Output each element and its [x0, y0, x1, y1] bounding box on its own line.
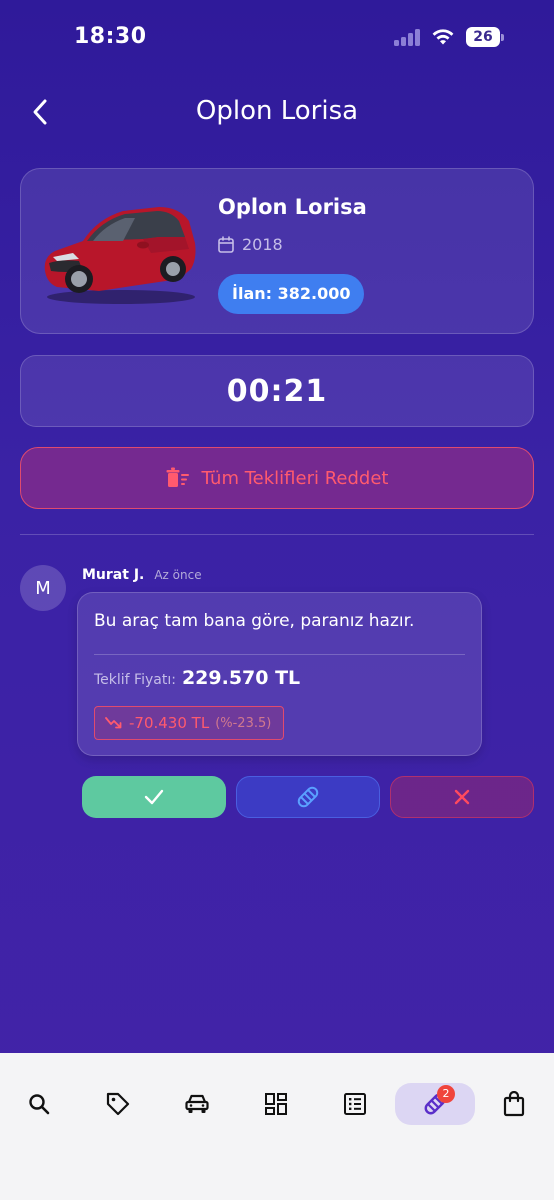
bottom-nav: 2	[0, 1053, 554, 1200]
avatar: M	[20, 565, 66, 611]
check-icon	[144, 789, 164, 805]
status-bar: 18:30 26	[0, 0, 554, 76]
car-year: 2018	[242, 235, 283, 254]
car-image	[39, 197, 201, 307]
signal-icon	[394, 28, 422, 46]
calendar-icon	[218, 236, 234, 253]
trend-down-icon	[105, 717, 122, 729]
handshake-icon	[297, 786, 319, 808]
price-difference-percent: (%-23.5)	[215, 715, 272, 731]
divider	[20, 534, 534, 535]
nav-search[interactable]	[9, 1083, 69, 1125]
notification-badge: 2	[437, 1085, 455, 1103]
list-icon	[344, 1093, 366, 1115]
search-icon	[29, 1094, 50, 1115]
offer-message: Bu araç tam bana göre, paranız hazır.	[94, 611, 415, 631]
price-difference-amount: -70.430 TL	[129, 714, 210, 732]
timer-value: 00:21	[226, 373, 328, 409]
offer-divider	[94, 654, 465, 655]
sender-row: Murat J. Az önce	[82, 567, 202, 583]
trash-list-icon	[166, 467, 189, 487]
car-card: Oplon Lorisa 2018 İlan: 382.000	[20, 168, 534, 334]
dashboard-icon	[265, 1093, 287, 1115]
offer-price-row: Teklif Fiyatı: 229.570 TL	[94, 667, 300, 689]
wifi-icon	[430, 26, 456, 46]
bag-icon	[503, 1091, 525, 1117]
offer-bubble: Bu araç tam bana göre, paranız hazır. Te…	[77, 592, 482, 756]
offer-price-label: Teklif Fiyatı:	[94, 672, 176, 688]
battery-icon: 26	[466, 27, 504, 47]
nav-offers[interactable]: 2	[395, 1083, 475, 1125]
header: Oplon Lorisa	[0, 82, 554, 142]
nav-list[interactable]	[325, 1083, 385, 1125]
accept-offer-button[interactable]	[82, 776, 226, 818]
car-name: Oplon Lorisa	[218, 195, 367, 219]
nav-tag[interactable]	[88, 1083, 148, 1125]
status-time: 18:30	[74, 24, 147, 49]
reject-offer-button[interactable]	[390, 776, 534, 818]
close-icon	[454, 789, 470, 805]
counter-offer-button[interactable]	[236, 776, 380, 818]
tag-icon	[106, 1092, 130, 1116]
reject-all-offers-button[interactable]: Tüm Teklifleri Reddet	[20, 447, 534, 509]
offer-price-value: 229.570 TL	[181, 667, 301, 689]
battery-level: 26	[466, 27, 500, 47]
page-title: Oplon Lorisa	[195, 96, 359, 126]
reject-all-label: Tüm Teklifleri Reddet	[201, 467, 389, 489]
nav-bag[interactable]	[484, 1083, 544, 1125]
car-icon	[185, 1094, 209, 1113]
car-year-row: 2018	[218, 235, 283, 254]
price-difference-badge: -70.430 TL (%-23.5)	[94, 706, 285, 740]
listing-price-badge: İlan: 382.000	[218, 274, 365, 314]
nav-cars[interactable]	[167, 1083, 227, 1125]
message-time: Az önce	[154, 568, 202, 582]
nav-dashboard[interactable]	[246, 1083, 306, 1125]
countdown-timer: 00:21	[20, 355, 534, 427]
sender-name: Murat J.	[82, 567, 145, 583]
